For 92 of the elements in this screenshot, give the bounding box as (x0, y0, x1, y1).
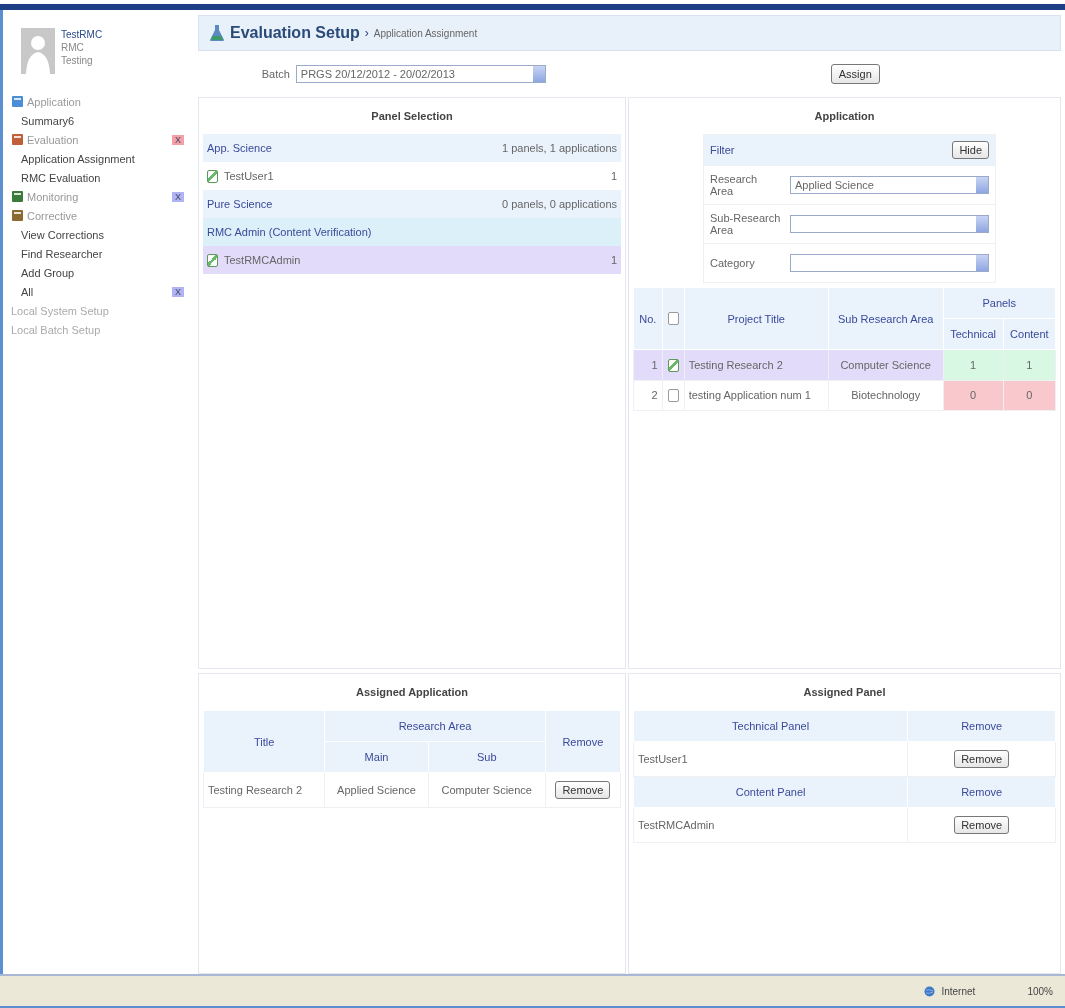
panel-title: Application (813, 109, 876, 124)
panel-title: Assigned Application (354, 685, 469, 700)
filter-select[interactable]: Applied Science (790, 176, 989, 194)
user-role: RMC (61, 41, 85, 54)
filter-label: Category (710, 257, 756, 269)
column-header: Technical Panel (633, 710, 908, 742)
hide-button[interactable]: Hide (952, 141, 989, 159)
column-header: Content (1003, 318, 1056, 350)
member-count: 1 (610, 170, 617, 182)
filter-label: Sub-Research Area (710, 212, 782, 236)
checkbox[interactable] (207, 169, 218, 183)
remove-button[interactable]: Remove (954, 816, 1010, 834)
column-header: Remove (545, 710, 621, 773)
panel-title: Assigned Panel (802, 685, 887, 700)
sidebar-badge[interactable]: X (172, 191, 184, 202)
group-name: RMC Admin (Content Verification) (207, 226, 372, 238)
breadcrumb-item: Application Assignment (373, 27, 478, 39)
remove-button[interactable]: Remove (555, 781, 611, 799)
table-cell: Computer Science (828, 349, 943, 381)
sidebar-item[interactable]: Add Group (21, 266, 75, 279)
table-cell: TestRMCAdmin (633, 807, 908, 843)
filter-select[interactable] (790, 215, 989, 233)
table-cell: Applied Science (324, 772, 429, 808)
member-name: TestRMCAdmin (224, 254, 301, 266)
group-summary: 0 panels, 0 applications (502, 198, 617, 210)
column-header: Main (324, 741, 429, 773)
remove-button[interactable]: Remove (954, 750, 1010, 768)
table-cell: 2 (633, 380, 663, 411)
column-header: Content Panel (633, 776, 908, 808)
filter-title: Filter (710, 144, 735, 156)
section-icon (11, 209, 24, 222)
panel-group-row[interactable]: App. Science 1 panels, 1 applications (203, 134, 621, 162)
checkbox[interactable] (667, 389, 679, 403)
zoom-level[interactable]: 100% (1027, 985, 1053, 997)
panel-member-row[interactable]: TestRMCAdmin 1 (203, 246, 621, 274)
filter-select[interactable] (790, 254, 989, 272)
column-header: Sub Research Area (828, 287, 943, 350)
table-cell: 1 (943, 349, 1004, 381)
batch-label: Batch (261, 68, 290, 80)
table-cell: 0 (943, 380, 1004, 411)
user-name: TestRMC (61, 28, 103, 41)
page-title: Evaluation Setup (230, 24, 360, 42)
table-cell: Testing Research 2 (684, 349, 829, 381)
breadcrumb-separator: › (364, 26, 369, 40)
table-cell: testing Application num 1 (684, 380, 829, 411)
checkbox[interactable] (207, 253, 218, 267)
security-zone: Internet (941, 985, 977, 997)
sidebar-item[interactable]: Find Researcher (21, 247, 103, 260)
filter-label: Research Area (710, 173, 759, 197)
panel-group-row[interactable]: Pure Science 0 panels, 0 applications (203, 190, 621, 218)
checkbox[interactable] (667, 358, 679, 372)
sidebar-item[interactable]: Summary6 (21, 114, 75, 127)
group-name: Pure Science (207, 198, 273, 210)
table-cell: 1 (633, 349, 663, 381)
select-all-checkbox[interactable] (667, 312, 679, 326)
sidebar-item[interactable]: All (21, 285, 34, 298)
sidebar-badge[interactable]: X (172, 134, 184, 145)
group-name: App. Science (207, 142, 272, 154)
sidebar-item[interactable]: RMC Evaluation (21, 171, 101, 184)
batch-select[interactable]: PRGS 20/12/2012 - 20/02/2013 (295, 65, 546, 83)
sidebar-badge[interactable]: X (172, 286, 184, 297)
table-cell: Computer Science (428, 772, 546, 808)
column-header: No. (633, 287, 663, 350)
column-header: Title (203, 710, 325, 773)
member-name: TestUser1 (224, 170, 274, 182)
member-count: 1 (610, 254, 617, 266)
panel-title: Panel Selection (370, 109, 454, 124)
column-header: Remove (907, 776, 1056, 808)
column-header: Panels (943, 287, 1056, 319)
column-header: Technical (943, 318, 1004, 350)
sidebar-item[interactable]: Application Assignment (21, 152, 135, 165)
table-cell: 0 (1003, 380, 1056, 411)
column-header: Project Title (684, 287, 829, 350)
globe-icon (924, 985, 936, 997)
table-cell: 1 (1003, 349, 1056, 381)
assign-button[interactable]: Assign (830, 64, 880, 84)
column-header: Sub (428, 741, 546, 773)
group-summary: 1 panels, 1 applications (502, 142, 617, 154)
table-cell: TestUser1 (633, 741, 908, 777)
column-header: Remove (907, 710, 1056, 742)
avatar-icon (21, 28, 55, 74)
section-icon (11, 133, 24, 146)
application-row[interactable]: 2 testing Application num 1 Biotechnology 0 0 (633, 380, 1056, 411)
section-icon (11, 95, 24, 108)
application-row[interactable]: 1 Testing Research 2 Computer Science 1 1 (633, 349, 1056, 381)
user-organization: Testing (61, 54, 94, 67)
flask-icon (209, 24, 225, 42)
table-cell: Testing Research 2 (203, 772, 325, 808)
table-cell: Biotechnology (828, 380, 943, 411)
column-header: Research Area (324, 710, 546, 742)
section-icon (11, 190, 24, 203)
sidebar-item[interactable]: View Corrections (21, 228, 104, 241)
